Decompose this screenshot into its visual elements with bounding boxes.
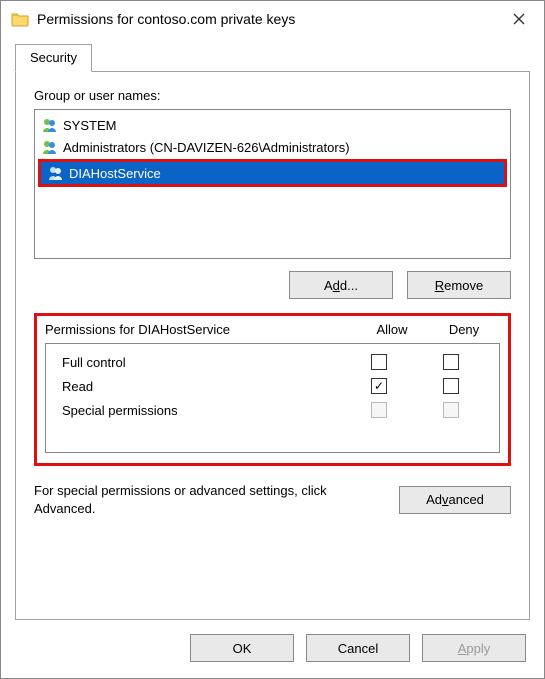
cancel-button[interactable]: Cancel xyxy=(306,634,410,662)
titlebar: Permissions for contoso.com private keys xyxy=(1,1,544,37)
window-title: Permissions for contoso.com private keys xyxy=(37,11,496,27)
permissions-for-label: Permissions for DIAHostService xyxy=(45,322,356,337)
deny-header: Deny xyxy=(428,322,500,337)
group-users-label: Group or user names: xyxy=(34,88,511,103)
tab-label: Security xyxy=(30,50,77,65)
list-item-label: Administrators (CN-DAVIZEN-626\Administr… xyxy=(63,140,350,155)
permission-row: Full control xyxy=(48,350,497,374)
deny-checkbox[interactable] xyxy=(443,378,459,394)
advanced-button[interactable]: Advanced xyxy=(399,486,511,514)
tab-panel-security: Group or user names: SYSTEM Administrato… xyxy=(15,71,530,620)
list-item-label: SYSTEM xyxy=(63,118,116,133)
users-icon xyxy=(41,138,59,156)
add-button[interactable]: Add... xyxy=(289,271,393,299)
allow-checkbox[interactable] xyxy=(371,354,387,370)
users-icon xyxy=(41,116,59,134)
permissions-section: Permissions for DIAHostService Allow Den… xyxy=(34,313,511,466)
apply-button[interactable]: Apply xyxy=(422,634,526,662)
dialog-body: Security Group or user names: SYSTEM xyxy=(1,37,544,620)
permission-name: Full control xyxy=(62,355,343,370)
ok-label: OK xyxy=(233,641,252,656)
advanced-hint: For special permissions or advanced sett… xyxy=(34,482,387,517)
users-icon xyxy=(47,164,65,182)
list-item[interactable]: SYSTEM xyxy=(35,114,510,136)
tabstrip: Security xyxy=(15,43,530,71)
deny-checkbox[interactable] xyxy=(443,354,459,370)
close-button[interactable] xyxy=(496,3,542,35)
permissions-list: Full control Read ✓ Special permissions xyxy=(45,343,500,453)
list-item[interactable]: DIAHostService xyxy=(41,162,504,184)
permission-name: Read xyxy=(62,379,343,394)
list-item-label: DIAHostService xyxy=(69,166,161,181)
ok-button[interactable]: OK xyxy=(190,634,294,662)
permission-row: Special permissions xyxy=(48,398,497,422)
permissions-dialog: Permissions for contoso.com private keys… xyxy=(0,0,545,679)
highlight-box: DIAHostService xyxy=(38,159,507,187)
allow-checkbox[interactable]: ✓ xyxy=(371,378,387,394)
folder-icon xyxy=(11,11,29,27)
remove-button[interactable]: Remove xyxy=(407,271,511,299)
user-list[interactable]: SYSTEM Administrators (CN-DAVIZEN-626\Ad… xyxy=(34,109,511,259)
permission-row: Read ✓ xyxy=(48,374,497,398)
advanced-row: For special permissions or advanced sett… xyxy=(34,482,511,517)
user-buttons: Add... Remove xyxy=(34,271,511,299)
dialog-footer: OK Cancel Apply xyxy=(1,620,544,678)
permissions-header: Permissions for DIAHostService Allow Den… xyxy=(45,322,500,337)
allow-header: Allow xyxy=(356,322,428,337)
tab-security[interactable]: Security xyxy=(15,44,92,72)
list-item[interactable]: Administrators (CN-DAVIZEN-626\Administr… xyxy=(35,136,510,158)
cancel-label: Cancel xyxy=(338,641,378,656)
permission-name: Special permissions xyxy=(62,403,343,418)
allow-checkbox xyxy=(371,402,387,418)
deny-checkbox xyxy=(443,402,459,418)
